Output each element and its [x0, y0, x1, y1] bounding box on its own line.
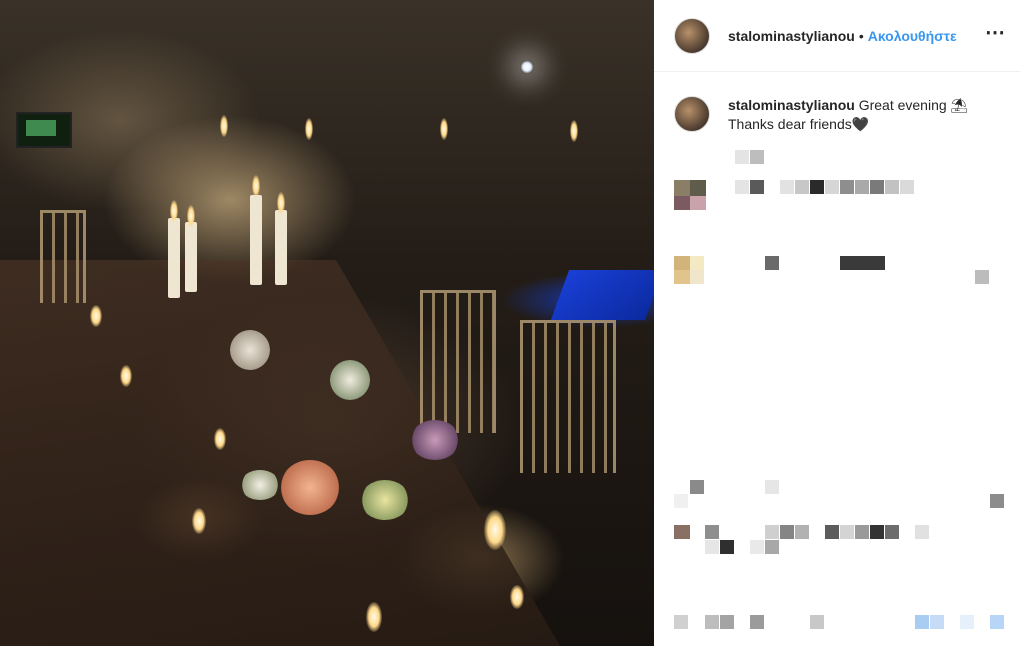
redacted-block [900, 180, 914, 194]
redacted-block [690, 480, 704, 494]
redacted-block [750, 150, 764, 164]
redacted-avatar [690, 256, 704, 270]
caption-line-1: Great evening ⛱ [858, 97, 969, 113]
redacted-block [825, 180, 839, 194]
candle [168, 218, 180, 298]
redacted-block [975, 270, 989, 284]
redacted-block [735, 180, 749, 194]
flower [330, 360, 370, 400]
more-options-icon[interactable]: ⋯ [985, 20, 1006, 45]
caption-username-link[interactable]: stalominastylianou [728, 97, 855, 113]
redacted-block [765, 525, 779, 539]
redacted-avatar [674, 180, 690, 196]
redacted-block [810, 615, 824, 629]
post-panel: stalominastylianou • Ακολουθήστε ⋯ stalo… [654, 0, 1020, 646]
redacted-block [765, 480, 779, 494]
redacted-avatar [690, 196, 706, 210]
avatar[interactable] [674, 96, 710, 132]
redacted-avatar [690, 270, 704, 284]
redacted-block [705, 540, 719, 554]
candle-flame [252, 175, 260, 197]
redacted-block [870, 180, 884, 194]
candle-flame [220, 115, 228, 137]
candle-flame [305, 118, 313, 140]
flower [230, 330, 270, 370]
pool-water [550, 270, 654, 320]
rose [280, 460, 340, 515]
redacted-block [930, 615, 944, 629]
redacted-block [705, 525, 719, 539]
flower [360, 480, 410, 520]
candle-flame [170, 200, 178, 222]
chair [520, 320, 616, 473]
candle [275, 210, 287, 285]
redacted-block [810, 180, 824, 194]
redacted-block [780, 525, 794, 539]
redacted-block [720, 615, 734, 629]
redacted-avatar [674, 256, 690, 270]
candle [250, 195, 262, 285]
candle-flame [120, 365, 132, 387]
redacted-block [750, 615, 764, 629]
redacted-block [885, 180, 899, 194]
post-header: stalominastylianou • Ακολουθήστε ⋯ [654, 0, 1020, 72]
redacted-block [795, 525, 809, 539]
redacted-block [915, 525, 929, 539]
candle-flame [366, 602, 382, 632]
flower [410, 420, 460, 460]
redacted-block [915, 615, 929, 629]
chair [40, 210, 86, 303]
redacted-block [885, 525, 899, 539]
candle-flame [277, 192, 285, 214]
redacted-block [990, 615, 1004, 629]
redacted-avatar [674, 525, 690, 539]
redacted-block [840, 180, 854, 194]
caption-text: stalominastylianou Great evening ⛱ Thank… [728, 96, 968, 134]
redacted-avatar [674, 196, 690, 210]
redacted-block [735, 150, 749, 164]
candle [185, 222, 197, 292]
redacted-block [840, 256, 885, 270]
redacted-avatar [690, 180, 706, 196]
redacted-block [674, 615, 688, 629]
caption-line-2: Thanks dear friends🖤 [728, 116, 870, 132]
flower [240, 470, 280, 500]
avatar[interactable] [674, 17, 710, 54]
redacted-block [870, 525, 884, 539]
candle-flame [192, 508, 206, 534]
redacted-block [840, 525, 854, 539]
lamp-light [520, 60, 534, 74]
follow-button[interactable]: Ακολουθήστε [868, 28, 957, 44]
redacted-block [825, 525, 839, 539]
candle-flame [440, 118, 448, 140]
television [16, 112, 72, 148]
separator-dot: • [858, 27, 864, 44]
redacted-block [720, 540, 734, 554]
redacted-block [674, 494, 688, 508]
candle-flame [90, 305, 102, 327]
redacted-block [765, 256, 779, 270]
candle-flame [214, 428, 226, 450]
chair [420, 290, 496, 433]
redacted-block [855, 525, 869, 539]
redacted-block [795, 180, 809, 194]
candle-flame [570, 120, 578, 142]
redacted-block [960, 615, 974, 629]
username-link[interactable]: stalominastylianou [728, 28, 855, 44]
candle-flame [187, 205, 195, 227]
redacted-block [750, 180, 764, 194]
post-photo[interactable] [0, 0, 654, 646]
redacted-block [990, 494, 1004, 508]
redacted-block [855, 180, 869, 194]
caption-comment: stalominastylianou Great evening ⛱ Thank… [674, 96, 1004, 134]
candle-flame [510, 585, 524, 609]
redacted-block [750, 540, 764, 554]
redacted-block [705, 615, 719, 629]
redacted-block [780, 180, 794, 194]
redacted-block [765, 540, 779, 554]
candle-flame [484, 510, 506, 550]
redacted-avatar [674, 270, 690, 284]
